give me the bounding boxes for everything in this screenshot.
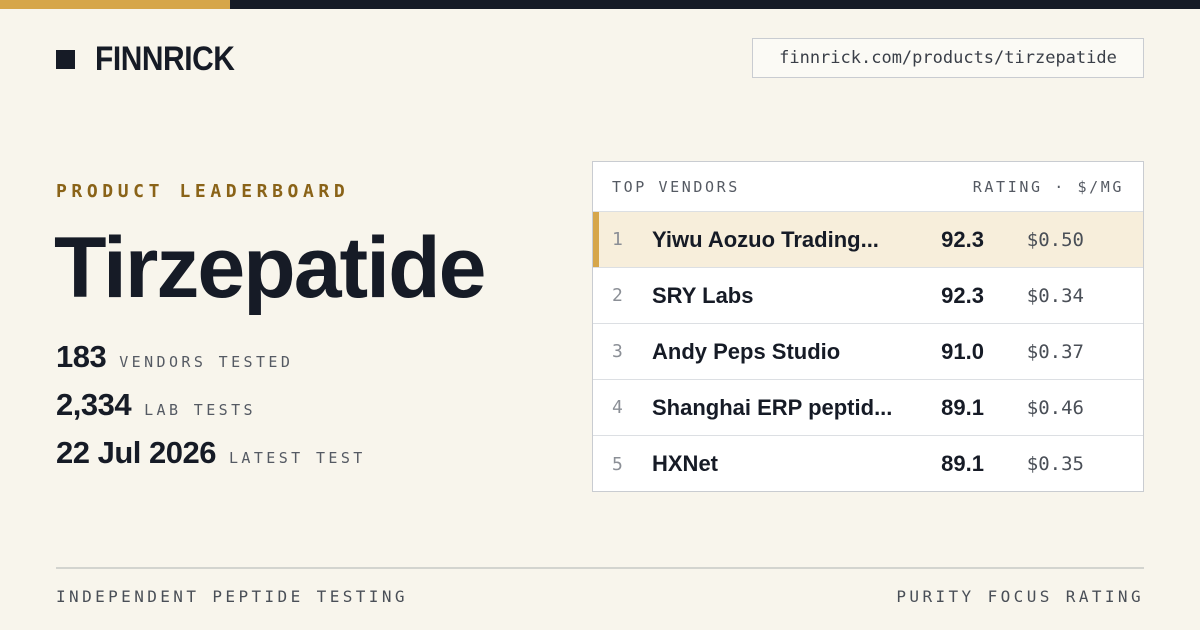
leaderboard-row[interactable]: 4 Shanghai ERP peptid... 89.1 $0.46	[593, 380, 1143, 436]
vendor-rank: 3	[612, 341, 623, 362]
vendor-name[interactable]: Andy Peps Studio	[652, 339, 922, 365]
vendor-name[interactable]: HXNet	[652, 451, 922, 477]
vendor-price-per-mg: $0.37	[1026, 340, 1084, 363]
vendor-leaderboard: TOP VENDORS RATING · $/MG 1 Yiwu Aozuo T…	[592, 161, 1144, 492]
brand-name: FINNRICK	[95, 40, 235, 78]
vendor-price-per-mg: $0.35	[1026, 453, 1084, 475]
stat-lab-tests: 2,334 LAB TESTS	[56, 387, 366, 435]
vendor-price-per-mg: $0.46	[1026, 396, 1084, 419]
leaderboard-row[interactable]: 3 Andy Peps Studio 91.0 $0.37	[593, 324, 1143, 380]
leaderboard-row[interactable]: 5 HXNet 89.1 $0.35	[593, 436, 1143, 492]
footer-divider	[56, 567, 1144, 569]
vendor-rating: 89.1	[941, 394, 984, 420]
section-eyebrow: PRODUCT LEADERBOARD	[56, 181, 350, 202]
vendor-rating: 92.3	[941, 226, 984, 252]
leaderboard-header: TOP VENDORS RATING · $/MG	[593, 162, 1143, 212]
product-title: Tirzepatide	[54, 220, 486, 316]
stat-value: 22 Jul 2026	[56, 435, 216, 470]
brand-logo[interactable]: FINNRICK	[56, 40, 253, 78]
vendor-name[interactable]: SRY Labs	[652, 283, 922, 309]
vendor-rank: 2	[612, 285, 623, 306]
vendor-rating: 89.1	[941, 451, 984, 476]
vendor-price-per-mg: $0.34	[1026, 284, 1084, 307]
vendor-rank: 1	[612, 229, 623, 250]
stat-label: LATEST TEST	[228, 449, 366, 467]
stat-latest-test: 22 Jul 2026 LATEST TEST	[56, 435, 366, 483]
stat-value: 183	[56, 339, 107, 374]
footer-rating-type: PURITY FOCUS RATING	[896, 587, 1144, 606]
leaderboard-row[interactable]: 1 Yiwu Aozuo Trading... 92.3 $0.50	[593, 212, 1143, 268]
vendor-price-per-mg: $0.50	[1026, 228, 1084, 251]
product-url[interactable]: finnrick.com/products/tirzepatide	[752, 38, 1144, 78]
stats-list: 183 VENDORS TESTED 2,334 LAB TESTS 22 Ju…	[56, 339, 366, 483]
footer-tagline: INDEPENDENT PEPTIDE TESTING	[56, 587, 408, 606]
vendor-rating: 92.3	[941, 282, 984, 308]
stat-label: VENDORS TESTED	[119, 353, 294, 371]
vendor-rank: 5	[612, 453, 623, 475]
dark-stripe	[230, 0, 1200, 9]
leaderboard-row[interactable]: 2 SRY Labs 92.3 $0.34	[593, 268, 1143, 324]
accent-stripe	[0, 0, 230, 9]
header-top-vendors: TOP VENDORS	[612, 177, 740, 196]
stat-value: 2,334	[56, 387, 132, 422]
vendor-rank: 4	[612, 397, 623, 418]
header-rating-price: RATING · $/MG	[972, 177, 1124, 196]
vendor-name[interactable]: Shanghai ERP peptid...	[652, 395, 922, 421]
stat-label: LAB TESTS	[144, 401, 256, 419]
square-logo-icon	[56, 49, 75, 69]
vendor-name[interactable]: Yiwu Aozuo Trading...	[652, 227, 922, 253]
top-accent-bar	[0, 0, 1200, 9]
vendor-rating: 91.0	[941, 338, 984, 364]
stat-vendors-tested: 183 VENDORS TESTED	[56, 339, 366, 387]
